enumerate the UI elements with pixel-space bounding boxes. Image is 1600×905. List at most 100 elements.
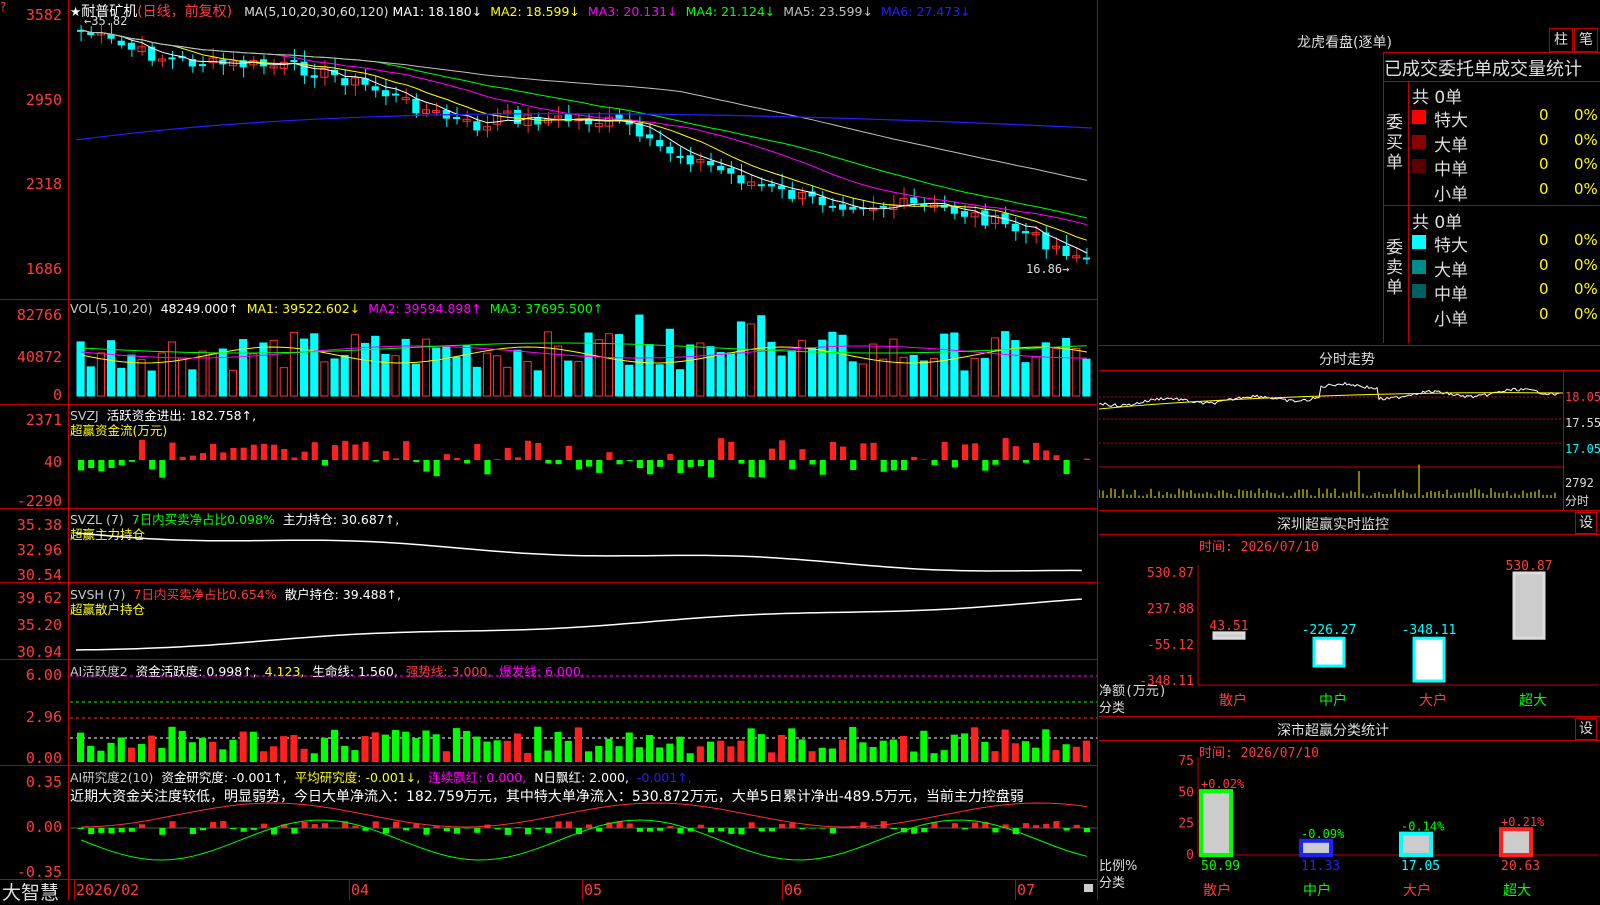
ai-active-bar [1062,744,1070,762]
sz-monitor-bar [1312,636,1346,668]
ai-active-bar [148,735,156,762]
volume-bar [330,358,339,397]
ai-active-bar [645,735,654,762]
sz-class-y-label: 50 [1178,785,1194,800]
candle-body [513,109,522,124]
volume-bar [127,354,136,397]
intraday-avg-line [1099,392,1563,410]
ai-active-bar [158,747,166,762]
volume-bar [1051,348,1061,397]
intraday-chart[interactable] [1099,371,1563,510]
volume-bar [421,338,431,397]
sz-class-value-label: 20.63 [1501,859,1540,874]
volume-bar [117,367,126,397]
volume-bar [960,370,969,397]
volume-bar [310,333,319,397]
ai-active-bar [513,733,522,762]
candle-body [706,160,715,166]
ai-active-bar [239,731,247,762]
ai-active-bar [188,742,196,762]
candle-body [828,205,836,208]
volume-bar [686,344,695,397]
bar-mode-button[interactable]: 柱 [1549,28,1573,52]
ai-active-bar [544,750,552,762]
ai-active-bar [981,741,989,762]
volume-bar [350,334,359,397]
ai-active-bar [280,736,288,762]
order-color-swatch [1412,183,1426,198]
candle-body [849,206,857,210]
ai-active-bar [625,732,633,762]
volume-bar [249,353,258,397]
order-size-label: 小单 [1434,309,1468,330]
candle-body [767,183,776,187]
ai-active-bar [97,750,105,762]
volume-bar [828,331,837,397]
sz-monitor-value-label: 43.51 [1209,619,1248,634]
order-count: 0 [1539,231,1549,249]
volume-bar [594,339,603,397]
tick-mode-button[interactable]: 笔 [1574,28,1598,52]
ai-active-bar [940,750,948,762]
candle-body [666,146,674,154]
candle-body [788,189,796,199]
sell-total: 共 0单 [1412,213,1463,233]
ai-active-bar [656,747,664,762]
ai-active-bar [209,741,217,762]
sz-class-settings-button[interactable]: 设 [1575,718,1597,740]
order-pct: 0% [1574,106,1598,124]
candle-body [727,168,735,174]
volume-bar [482,352,492,397]
volume-bar [167,341,177,397]
order-count: 0 [1539,106,1549,124]
ai-active-bar [412,738,420,762]
ai-active-bar [351,750,359,762]
volume-bar [178,357,187,397]
order-color-swatch [1412,159,1426,173]
candle-body [534,117,542,125]
order-stats-box: 已成交委托单成交量统计 委买单 委卖单 共 0单 共 0单 特大 0 0% 大单 0 0%… [1383,52,1600,343]
sz-class-delta-label: +0.21% [1501,815,1545,829]
candle-body [879,205,887,208]
volume-bar [472,366,481,397]
ai-active-bar [778,734,786,762]
volume-bar [1001,331,1010,397]
chart-canvas[interactable] [0,0,1098,900]
sz-monitor-category: 中户 [1319,692,1347,709]
candle-body [462,118,471,122]
sz-monitor-y-label: 237.88 [1147,602,1194,617]
main-chart-area[interactable]: 3582 2950 2318 1686 82766 40872 0 2371 4… [0,0,1098,904]
volume-bar [503,366,512,397]
sz-monitor-chart: 530.87 237.88 -55.12 -348.11 43.51 散户 -226.27 中… [1139,559,1599,709]
order-count: 0 [1539,155,1549,173]
ai-active-bar [219,749,227,762]
ai-active-bar [605,738,613,762]
candle-body [910,197,918,204]
sz-monitor-title: 深圳超赢实时监控 [1277,517,1389,533]
ai-active-bar [1011,743,1019,762]
volume-bar [940,333,949,397]
candle-body [1062,245,1070,256]
candle-body [290,60,298,63]
ai-active-bar [879,740,887,762]
ai-active-bar [706,741,715,762]
volume-bar [371,335,380,397]
volume-bar [432,347,441,397]
ai-active-bar [686,753,694,762]
ai-active-bar [574,727,582,762]
candle-body [960,211,969,217]
sz-class-category: 超大 [1503,883,1531,899]
volume-bar [736,321,746,397]
ai-active-bar [727,746,735,762]
ai-active-bar [117,737,125,762]
ai-active-bar [249,731,257,762]
candle-body [127,42,135,50]
order-pct: 0% [1574,255,1598,274]
sz-monitor-y-label: 530.87 [1147,566,1194,581]
order-pct: 0% [1574,155,1598,173]
ai-active-bar [635,747,643,762]
ai-active-bar [1082,740,1090,762]
dragon-tiger-title: 龙虎看盘(逐单) [1297,35,1392,51]
sz-monitor-settings-button[interactable]: 设 [1575,512,1597,534]
sz-class-y-label: 75 [1178,755,1194,769]
